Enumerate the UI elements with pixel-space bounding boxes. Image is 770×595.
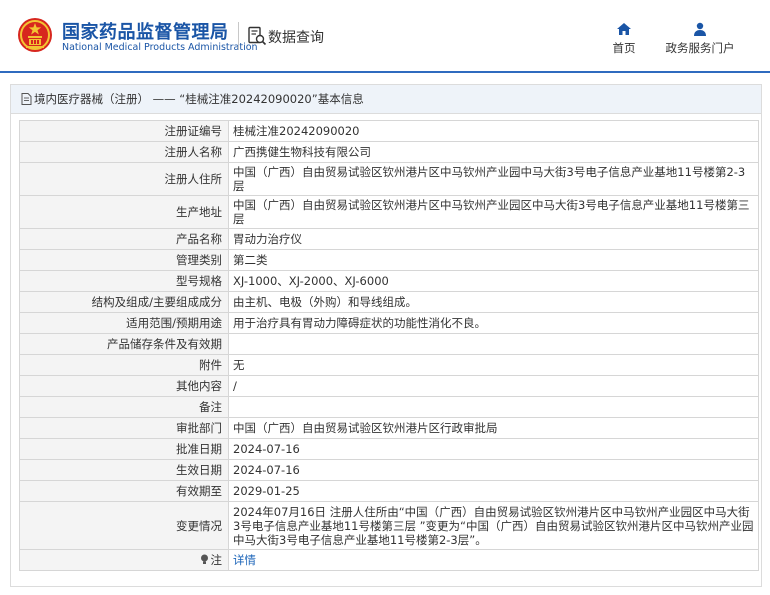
field-label: 注册人住所: [19, 162, 229, 196]
field-value: 2029-01-25: [228, 480, 759, 502]
note-label-cell: 注: [19, 549, 229, 571]
detail-link[interactable]: 详情: [233, 553, 256, 567]
field-value: 由主机、电极（外购）和导线组成。: [228, 291, 759, 313]
breadcrumb: 境内医疗器械（注册） —— “桂械注准20242090020”基本信息: [11, 85, 761, 114]
note-value-cell: 详情: [228, 549, 759, 571]
nav-home-label: 首页: [612, 41, 636, 55]
table-row: 变更情况 2024年07月16日 注册人住所由“中国（广西）自由贸易试验区钦州港…: [19, 501, 759, 550]
field-label: 注册证编号: [19, 120, 229, 142]
field-value: [228, 333, 759, 355]
table-row: 适用范围/预期用途 用于治疗具有胃动力障碍症状的功能性消化不良。: [19, 312, 759, 334]
field-value: 无: [228, 354, 759, 376]
field-label: 备注: [19, 396, 229, 418]
field-value: 2024年07月16日 注册人住所由“中国（广西）自由贸易试验区钦州港片区中马钦…: [228, 501, 759, 550]
field-label: 型号规格: [19, 270, 229, 292]
site-title[interactable]: 国家药品监督管理局: [62, 18, 229, 44]
header-divider-line: [0, 71, 770, 73]
registration-info-table: 注册证编号 桂械注准20242090020 注册人名称 广西携健生物科技有限公司…: [19, 120, 759, 571]
document-icon: [21, 93, 32, 105]
field-value: 胃动力治疗仪: [228, 228, 759, 250]
nav-home[interactable]: 首页: [606, 22, 642, 56]
field-value: 2024-07-16: [228, 438, 759, 460]
table-row: 审批部门 中国（广西）自由贸易试验区钦州港片区行政审批局: [19, 417, 759, 439]
field-label: 有效期至: [19, 480, 229, 502]
note-row: 注 详情: [19, 549, 759, 571]
header-divider: [238, 22, 239, 50]
breadcrumb-text: 境内医疗器械（注册） —— “桂械注准20242090020”基本信息: [34, 92, 364, 106]
note-label: 注: [210, 553, 223, 567]
data-query-link[interactable]: 数据查询: [268, 27, 324, 47]
site-subtitle: National Medical Products Administration: [62, 42, 258, 53]
table-row: 管理类别 第二类: [19, 249, 759, 271]
field-label: 管理类别: [19, 249, 229, 271]
table-row: 有效期至 2029-01-25: [19, 480, 759, 502]
table-row: 其他内容 /: [19, 375, 759, 397]
field-value: 第二类: [228, 249, 759, 271]
national-emblem-icon: [18, 18, 52, 52]
field-label: 生产地址: [19, 195, 229, 229]
field-label: 批准日期: [19, 438, 229, 460]
field-label: 结构及组成/主要组成成分: [19, 291, 229, 313]
nav-government-services-label: 政务服务门户: [665, 41, 735, 55]
field-value: 2024-07-16: [228, 459, 759, 481]
site-header: 国家药品监督管理局 National Medical Products Admi…: [0, 0, 770, 72]
table-row: 生效日期 2024-07-16: [19, 459, 759, 481]
field-value: 桂械注准20242090020: [228, 120, 759, 142]
field-value: 中国（广西）自由贸易试验区钦州港片区中马钦州产业园区中马大街3号电子信息产业基地…: [228, 195, 759, 229]
field-value: 用于治疗具有胃动力障碍症状的功能性消化不良。: [228, 312, 759, 334]
field-value: /: [228, 375, 759, 397]
field-label: 审批部门: [19, 417, 229, 439]
table-row: 产品名称 胃动力治疗仪: [19, 228, 759, 250]
table-row: 注册人名称 广西携健生物科技有限公司: [19, 141, 759, 163]
field-label: 附件: [19, 354, 229, 376]
home-icon: [617, 23, 631, 35]
field-label: 生效日期: [19, 459, 229, 481]
table-row: 备注: [19, 396, 759, 418]
field-label: 产品名称: [19, 228, 229, 250]
field-value: XJ-1000、XJ-2000、XJ-6000: [228, 270, 759, 292]
field-label: 变更情况: [19, 501, 229, 550]
user-icon: [694, 22, 706, 36]
table-row: 附件 无: [19, 354, 759, 376]
field-label: 其他内容: [19, 375, 229, 397]
registration-detail-panel: 境内医疗器械（注册） —— “桂械注准20242090020”基本信息 注册证编…: [10, 84, 762, 587]
field-label: 产品储存条件及有效期: [19, 333, 229, 355]
table-row: 批准日期 2024-07-16: [19, 438, 759, 460]
field-label: 适用范围/预期用途: [19, 312, 229, 334]
field-label: 注册人名称: [19, 141, 229, 163]
table-row: 注册证编号 桂械注准20242090020: [19, 120, 759, 142]
field-value: 中国（广西）自由贸易试验区钦州港片区中马钦州产业园中马大街3号电子信息产业基地1…: [228, 162, 759, 196]
table-row: 生产地址 中国（广西）自由贸易试验区钦州港片区中马钦州产业园区中马大街3号电子信…: [19, 195, 759, 229]
table-row: 结构及组成/主要组成成分 由主机、电极（外购）和导线组成。: [19, 291, 759, 313]
table-row: 产品储存条件及有效期: [19, 333, 759, 355]
table-row: 型号规格 XJ-1000、XJ-2000、XJ-6000: [19, 270, 759, 292]
field-value: 广西携健生物科技有限公司: [228, 141, 759, 163]
data-query-icon[interactable]: [247, 26, 267, 46]
lightbulb-icon: [200, 554, 208, 564]
nav-government-services[interactable]: 政务服务门户: [660, 22, 740, 56]
field-value: 中国（广西）自由贸易试验区钦州港片区行政审批局: [228, 417, 759, 439]
field-value: [228, 396, 759, 418]
table-row: 注册人住所 中国（广西）自由贸易试验区钦州港片区中马钦州产业园中马大街3号电子信…: [19, 162, 759, 196]
